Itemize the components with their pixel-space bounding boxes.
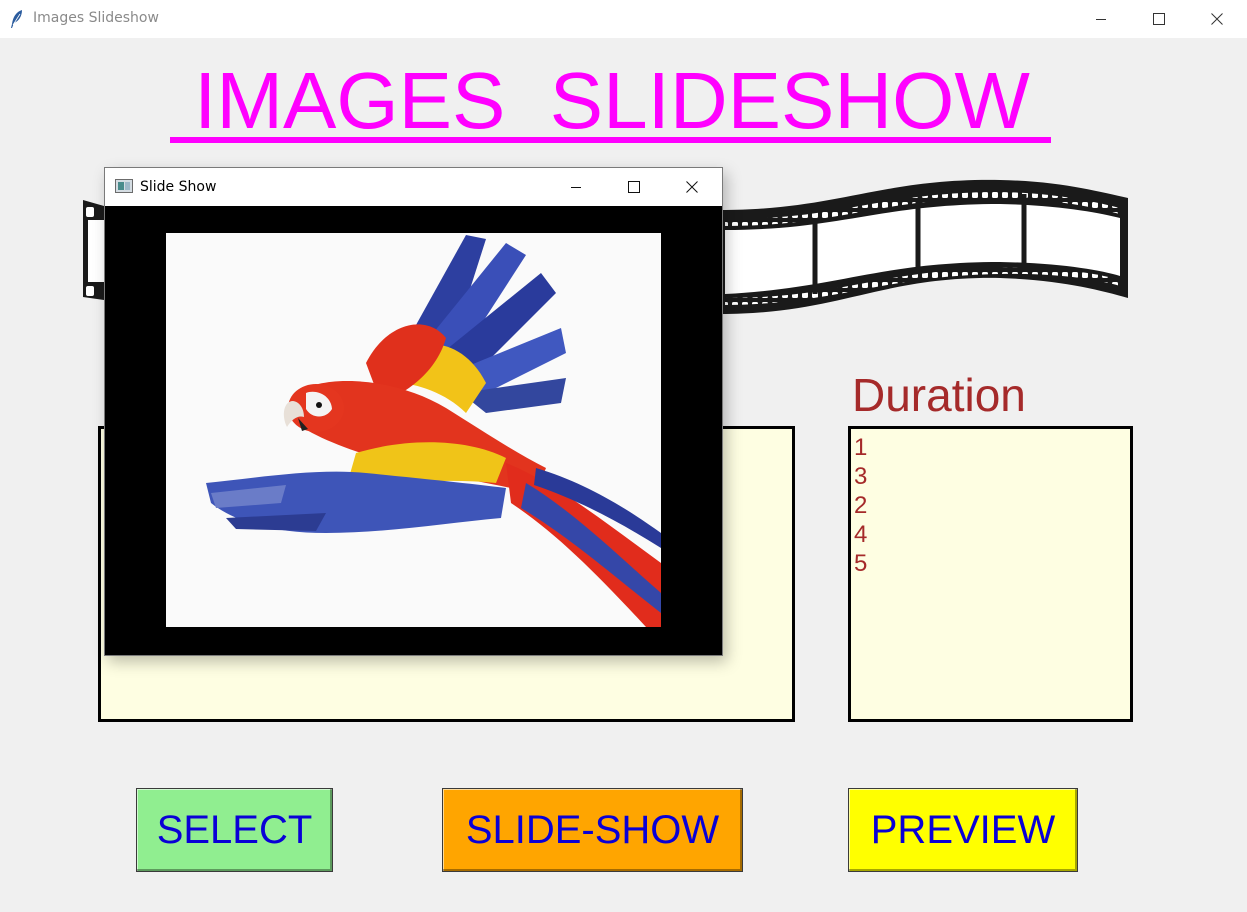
minimize-button[interactable]	[1078, 0, 1124, 38]
slide-show-button[interactable]: SLIDE-SHOW	[442, 788, 743, 872]
title-underline	[170, 137, 1051, 143]
maximize-button[interactable]	[1136, 0, 1182, 38]
slide-show-close-button[interactable]	[669, 168, 715, 206]
title-bar: Images Slideshow	[0, 0, 1247, 38]
list-item[interactable]: 3	[854, 462, 1130, 491]
duration-label: Duration	[852, 369, 1026, 421]
parrot-image	[166, 233, 661, 627]
slide-show-maximize-button[interactable]	[611, 168, 657, 206]
slide-show-title: Slide Show	[140, 179, 217, 195]
select-button[interactable]: SELECT	[136, 788, 333, 872]
window-title: Images Slideshow	[33, 10, 159, 26]
duration-listbox[interactable]: 1 3 2 4 5	[848, 426, 1133, 722]
slide-show-title-bar: Slide Show	[105, 168, 722, 206]
feather-icon	[10, 9, 24, 29]
main-window: Images Slideshow IMAGES SLIDESHOW Durati…	[0, 0, 1247, 912]
preview-button[interactable]: PREVIEW	[848, 788, 1078, 872]
list-item[interactable]: 4	[854, 520, 1130, 549]
close-button[interactable]	[1194, 0, 1240, 38]
list-item[interactable]: 2	[854, 491, 1130, 520]
tk-window-icon	[115, 179, 133, 193]
list-item[interactable]: 5	[854, 549, 1130, 578]
page-title: IMAGES SLIDESHOW	[194, 56, 1030, 145]
list-item[interactable]: 1	[854, 433, 1130, 462]
slide-show-minimize-button[interactable]	[553, 168, 599, 206]
slide-show-window: Slide Show	[104, 167, 723, 656]
